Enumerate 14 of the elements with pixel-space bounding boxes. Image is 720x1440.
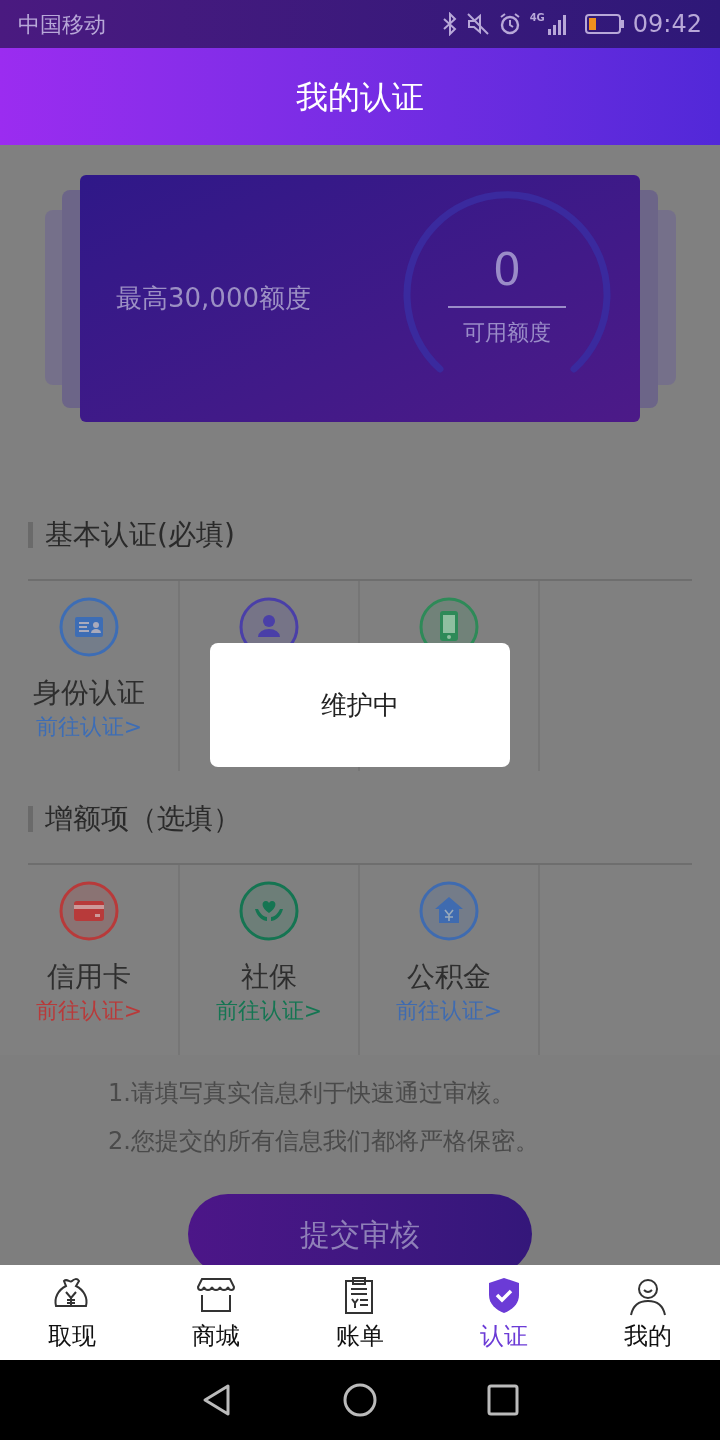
item-label: 社保 [241, 959, 297, 995]
item-label: 公积金 [407, 959, 491, 995]
item-label: 身份认证 [33, 675, 145, 711]
dialog-message: 维护中 [321, 688, 399, 722]
section-title: 增额项（选填） [45, 801, 241, 837]
section-title: 基本认证(必填) [45, 517, 235, 553]
available-amount-label: 可用额度 [463, 319, 551, 347]
page-title: 我的认证 [296, 76, 424, 118]
available-amount: 0 [493, 248, 521, 292]
item-label: 信用卡 [47, 959, 131, 995]
network-type: 4G [529, 13, 545, 23]
clock-time: 09:42 [632, 9, 702, 40]
carrier-name: 中国移动 [18, 10, 106, 39]
quota-headline: 最高30,000额度 [116, 282, 311, 315]
